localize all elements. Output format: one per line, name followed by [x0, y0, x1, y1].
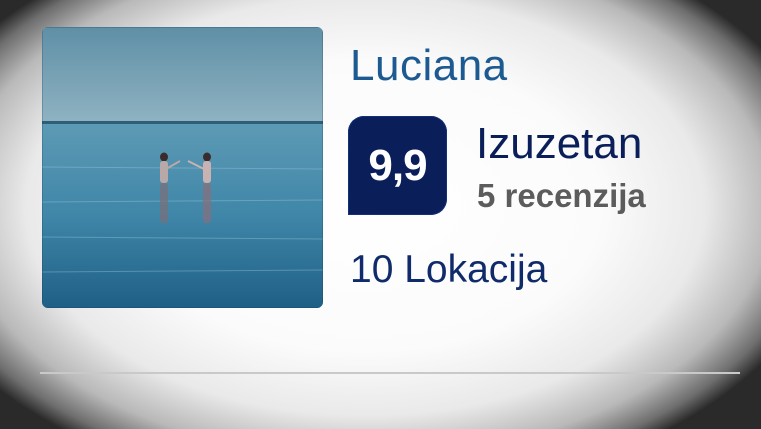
locations-count-link[interactable]: 10 Lokacija [350, 246, 547, 294]
host-profile-photo[interactable] [42, 27, 323, 308]
section-divider [40, 372, 740, 374]
host-card-screen: Luciana 9,9 Izuzetan 5 recenzija 10 Loka… [0, 0, 761, 429]
sea-photo-image [42, 27, 323, 308]
review-score-badge: 9,9 [348, 116, 447, 215]
review-count-link[interactable]: 5 recenzija [477, 176, 646, 216]
review-score-value: 9,9 [368, 141, 427, 190]
host-name-link[interactable]: Luciana [350, 40, 508, 92]
rating-label: Izuzetan [476, 119, 643, 168]
host-card: Luciana 9,9 Izuzetan 5 recenzija 10 Loka… [0, 0, 761, 429]
